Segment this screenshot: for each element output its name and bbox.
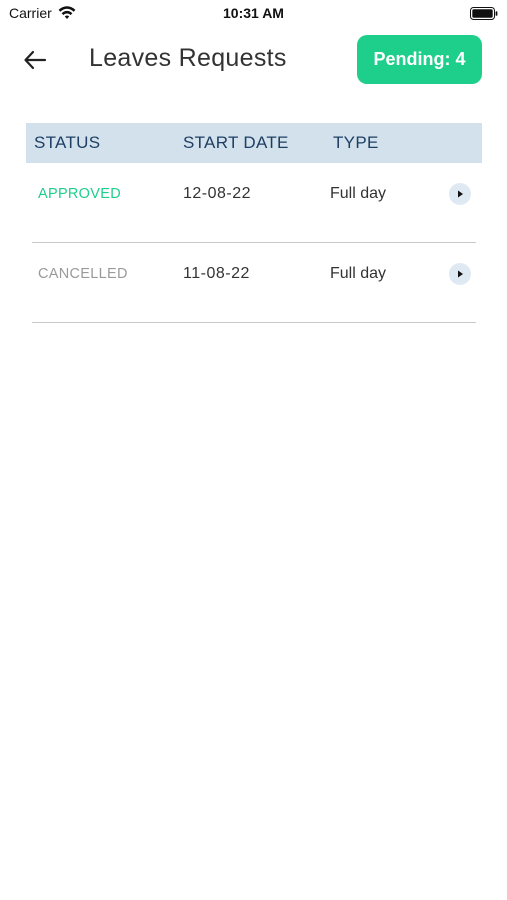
column-header-type: TYPE <box>333 133 379 152</box>
battery-icon <box>470 7 498 20</box>
page-title: Leaves Requests <box>89 44 287 72</box>
play-triangle-icon <box>458 190 463 198</box>
arrow-left-icon <box>24 50 47 70</box>
start-date: 11-08-22 <box>183 265 250 282</box>
column-header-start-date: START DATE <box>183 133 289 152</box>
leave-type: Full day <box>330 265 387 282</box>
start-date: 12-08-22 <box>183 185 252 202</box>
app-header: Leaves Requests Pending: 4 <box>0 32 507 88</box>
pending-badge[interactable]: Pending: 4 <box>357 35 482 84</box>
status-approved: APPROVED <box>38 186 121 202</box>
leave-requests-table: STATUS START DATE TYPE APPROVED 12-08-22… <box>26 123 482 323</box>
row-detail-button[interactable] <box>449 183 471 205</box>
clock: 10:31 AM <box>223 5 284 21</box>
play-triangle-icon <box>458 270 463 278</box>
table-row[interactable]: CANCELLED 11-08-22 Full day <box>26 243 482 323</box>
row-detail-button[interactable] <box>449 263 471 285</box>
status-cancelled: CANCELLED <box>38 266 128 282</box>
table-row[interactable]: APPROVED 12-08-22 Full day <box>26 163 482 243</box>
leave-type: Full day <box>330 185 387 202</box>
status-bar: Carrier 10:31 AM <box>0 0 507 28</box>
table-header: STATUS START DATE TYPE <box>26 123 482 163</box>
row-divider <box>32 321 476 323</box>
column-header-status: STATUS <box>34 133 101 152</box>
back-button[interactable] <box>20 46 50 74</box>
